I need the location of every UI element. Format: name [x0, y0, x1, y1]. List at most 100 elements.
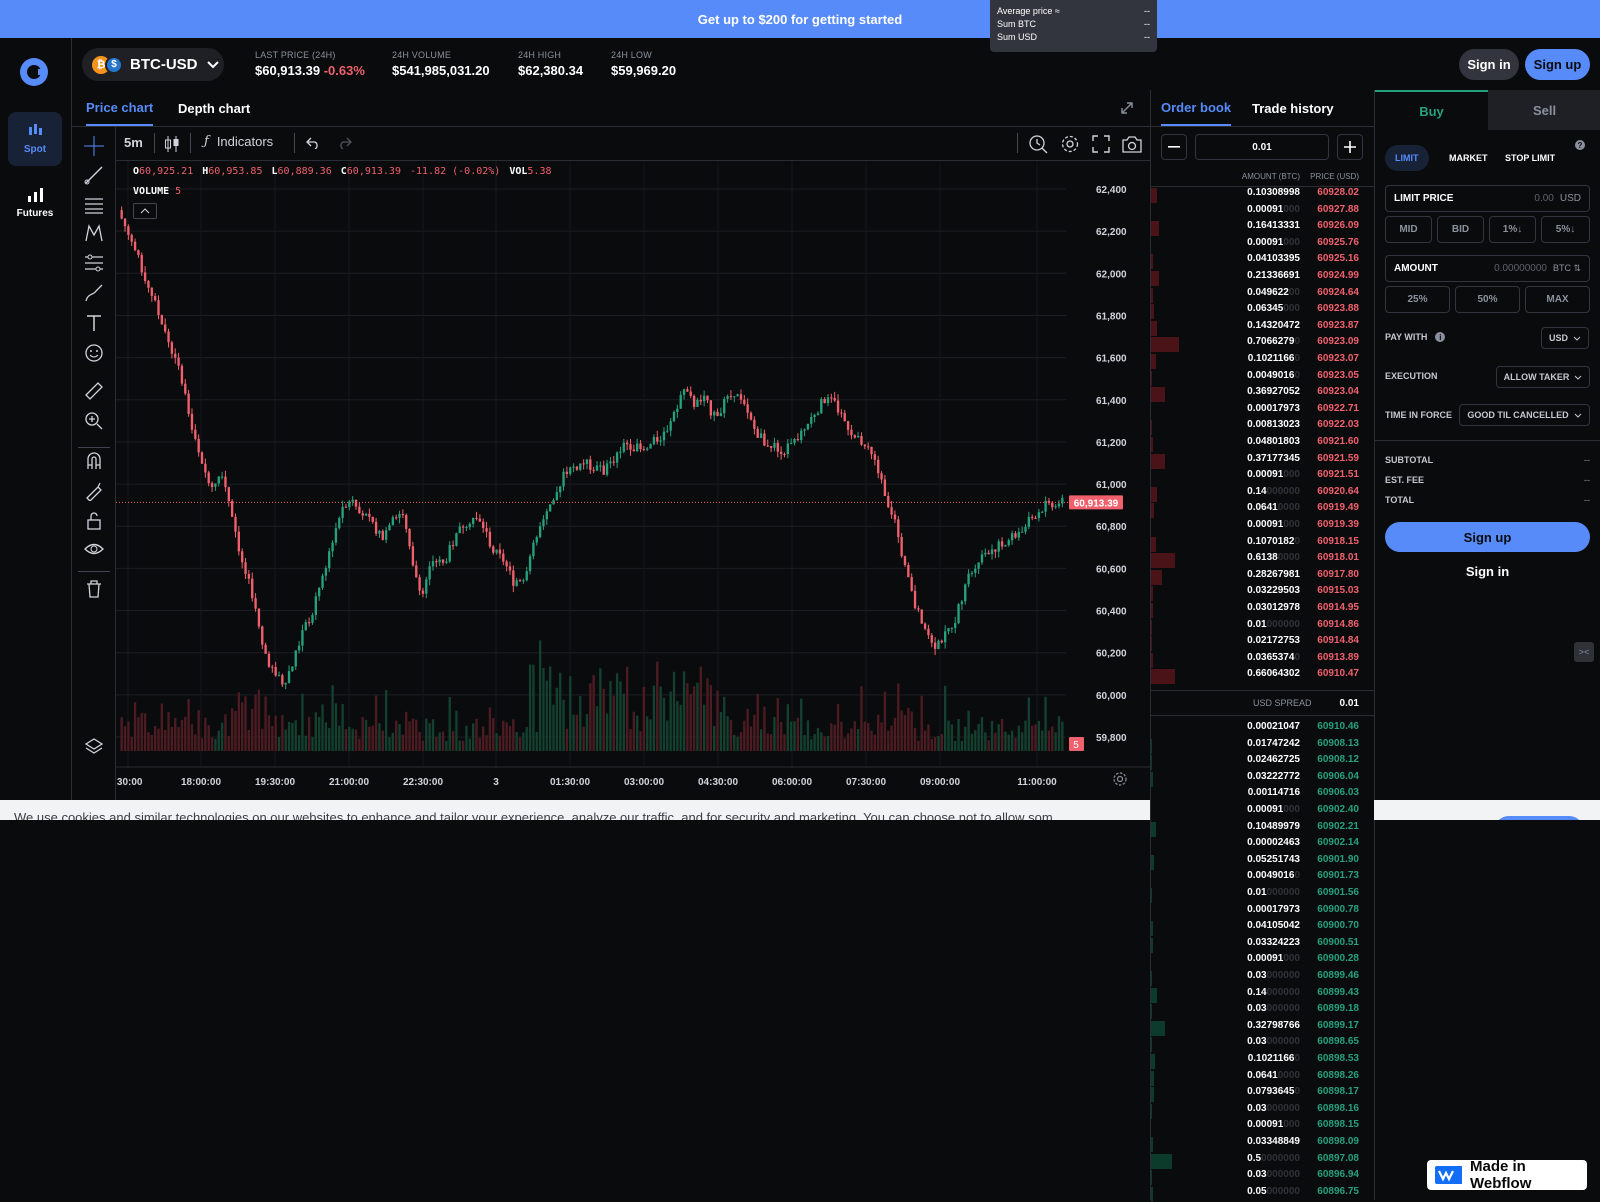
bid-row[interactable]: 0.01000000 60901.56: [1151, 887, 1375, 904]
ask-row[interactable]: 0.03653740 60913.89: [1151, 652, 1375, 669]
execution-select[interactable]: ALLOW TAKER: [1496, 366, 1590, 388]
preset-mid[interactable]: MID: [1385, 216, 1432, 243]
info-icon[interactable]: i: [1435, 332, 1446, 342]
form-signin-button[interactable]: Sign in: [1385, 556, 1590, 586]
bid-row[interactable]: 0.03000000 60899.18: [1151, 1003, 1375, 1020]
tab-trade-history[interactable]: Trade history: [1252, 90, 1334, 126]
tab-depth-chart[interactable]: Depth chart: [178, 90, 250, 126]
bid-row[interactable]: 0.00490160 60901.73: [1151, 870, 1375, 887]
ask-row[interactable]: 0.21336691 60924.99: [1151, 270, 1375, 287]
ask-row[interactable]: 0.06345000 60923.88: [1151, 303, 1375, 320]
ask-row[interactable]: 0.14320472 60923.87: [1151, 320, 1375, 337]
bid-row[interactable]: 0.03324223 60900.51: [1151, 937, 1375, 954]
sell-tab[interactable]: Sell: [1488, 90, 1600, 130]
tab-order-book[interactable]: Order book: [1161, 90, 1232, 126]
increase-increment-button[interactable]: [1337, 134, 1363, 160]
ask-row[interactable]: 0.10308998 60928.02: [1151, 187, 1375, 204]
pattern-icon[interactable]: [82, 221, 106, 245]
ask-row[interactable]: 0.00017973 60922.71: [1151, 403, 1375, 420]
trash-icon[interactable]: [82, 577, 106, 601]
ask-row[interactable]: 0.00091000 60921.51: [1151, 469, 1375, 486]
indicators-button[interactable]: ƒ Indicators: [204, 134, 273, 149]
ask-row[interactable]: 0.36927052 60923.04: [1151, 386, 1375, 403]
ask-row[interactable]: 0.70662790 60923.09: [1151, 336, 1375, 353]
prediction-icon[interactable]: [82, 251, 106, 275]
bid-row[interactable]: 0.03000000 60896.94: [1151, 1169, 1375, 1186]
bid-row[interactable]: 0.03000000 60898.65: [1151, 1036, 1375, 1053]
bid-row[interactable]: 0.10211660 60898.53: [1151, 1053, 1375, 1070]
ask-row[interactable]: 0.16413331 60926.09: [1151, 220, 1375, 237]
unlock-icon[interactable]: [82, 509, 106, 533]
cookie-accept-button[interactable]: [1494, 816, 1584, 820]
ask-row[interactable]: 0.00813023 60922.03: [1151, 419, 1375, 436]
interval-selector[interactable]: 5m: [124, 135, 143, 150]
chat-widget-icon[interactable]: ><: [1574, 642, 1594, 662]
ask-row[interactable]: 0.06410000 60919.49: [1151, 502, 1375, 519]
quick-search-icon[interactable]: [1028, 134, 1048, 154]
header-signin-button[interactable]: Sign in: [1459, 49, 1519, 80]
bid-row[interactable]: 0.14000000 60899.43: [1151, 987, 1375, 1004]
ask-row[interactable]: 0.04103395 60925.16: [1151, 253, 1375, 270]
price-chart[interactable]: 62,400 62,200 62,000 61,800 61,600 61,400 61,2…: [116, 161, 1150, 800]
amount-50pct[interactable]: 50%: [1455, 286, 1520, 313]
nav-futures[interactable]: Futures: [8, 176, 62, 230]
collapse-legend-button[interactable]: [133, 203, 157, 219]
tab-price-chart[interactable]: Price chart: [86, 90, 154, 126]
amount-input[interactable]: AMOUNT 0.00000000 BTC ⇅: [1385, 255, 1590, 282]
coinbase-logo[interactable]: [20, 58, 48, 86]
ask-row[interactable]: 0.66064302 60910.47: [1151, 668, 1375, 685]
bid-row[interactable]: 0.00114716 60906.03: [1151, 787, 1375, 804]
undo-icon[interactable]: [306, 137, 320, 149]
ask-row[interactable]: 0.61380000 60918.01: [1151, 552, 1375, 569]
bid-row[interactable]: 0.00017973 60900.78: [1151, 904, 1375, 921]
brush-icon[interactable]: [82, 281, 106, 305]
ask-row[interactable]: 0.00091000 60925.76: [1151, 237, 1375, 254]
ask-row[interactable]: 0.00091000 60919.39: [1151, 519, 1375, 536]
ruler-icon[interactable]: [82, 379, 106, 403]
help-icon[interactable]: ?: [1575, 140, 1585, 150]
fullscreen-icon[interactable]: [1092, 135, 1110, 153]
emoji-icon[interactable]: [82, 341, 106, 365]
candles-icon[interactable]: [164, 135, 180, 153]
limit-price-input[interactable]: LIMIT PRICE 0.00 USD: [1385, 185, 1590, 212]
amount-25pct[interactable]: 25%: [1385, 286, 1450, 313]
preset-bid[interactable]: BID: [1437, 216, 1484, 243]
order-type-limit[interactable]: LIMIT: [1385, 145, 1429, 171]
bid-row[interactable]: 0.02462725 60908.12: [1151, 754, 1375, 771]
bid-row[interactable]: 0.03000000 60898.16: [1151, 1103, 1375, 1120]
ask-row[interactable]: 0.37177345 60921.59: [1151, 453, 1375, 470]
bid-row[interactable]: 0.03222772 60906.04: [1151, 771, 1375, 788]
magnet-icon[interactable]: [82, 449, 106, 473]
bid-row[interactable]: 0.50000000 60897.08: [1151, 1153, 1375, 1170]
fib-lines-icon[interactable]: [82, 193, 106, 217]
ask-row[interactable]: 0.03012978 60914.95: [1151, 602, 1375, 619]
bid-row[interactable]: 0.06410000 60898.26: [1151, 1070, 1375, 1087]
decrease-increment-button[interactable]: [1161, 134, 1187, 160]
eye-icon[interactable]: [82, 537, 106, 561]
amount-max[interactable]: MAX: [1525, 286, 1590, 313]
bid-row[interactable]: 0.00091000 60900.28: [1151, 953, 1375, 970]
bid-row[interactable]: 0.03000000 60899.46: [1151, 970, 1375, 987]
order-type-market[interactable]: MARKET: [1443, 145, 1494, 171]
expand-icon[interactable]: [1120, 101, 1134, 115]
bid-row[interactable]: 0.00091000 60898.15: [1151, 1119, 1375, 1136]
bid-row[interactable]: 0.04105042 60900.70: [1151, 920, 1375, 937]
ask-row[interactable]: 0.04962200 60924.64: [1151, 287, 1375, 304]
ask-row[interactable]: 0.28267981 60917.80: [1151, 569, 1375, 586]
camera-icon[interactable]: [1122, 135, 1142, 153]
layers-icon[interactable]: [82, 734, 106, 758]
bid-row[interactable]: 0.03348849 60898.09: [1151, 1136, 1375, 1153]
increment-field[interactable]: 0.01: [1195, 134, 1329, 160]
bid-row[interactable]: 0.05251743 60901.90: [1151, 854, 1375, 871]
bid-row[interactable]: 0.00002463 60902.14: [1151, 837, 1375, 854]
webflow-badge[interactable]: Made in Webflow: [1427, 1158, 1587, 1192]
nav-spot[interactable]: Spot: [8, 112, 62, 166]
pay-with-select[interactable]: USD: [1541, 327, 1589, 349]
ask-row[interactable]: 0.01000000 60914.86: [1151, 619, 1375, 636]
form-signup-button[interactable]: Sign up: [1385, 522, 1590, 552]
ask-row[interactable]: 0.14000000 60920.64: [1151, 486, 1375, 503]
bid-row[interactable]: 0.32798766 60899.17: [1151, 1020, 1375, 1037]
ask-row[interactable]: 0.10701820 60918.15: [1151, 536, 1375, 553]
bid-row[interactable]: 0.07936450 60898.17: [1151, 1086, 1375, 1103]
bid-row[interactable]: 0.00021047 60910.46: [1151, 721, 1375, 738]
